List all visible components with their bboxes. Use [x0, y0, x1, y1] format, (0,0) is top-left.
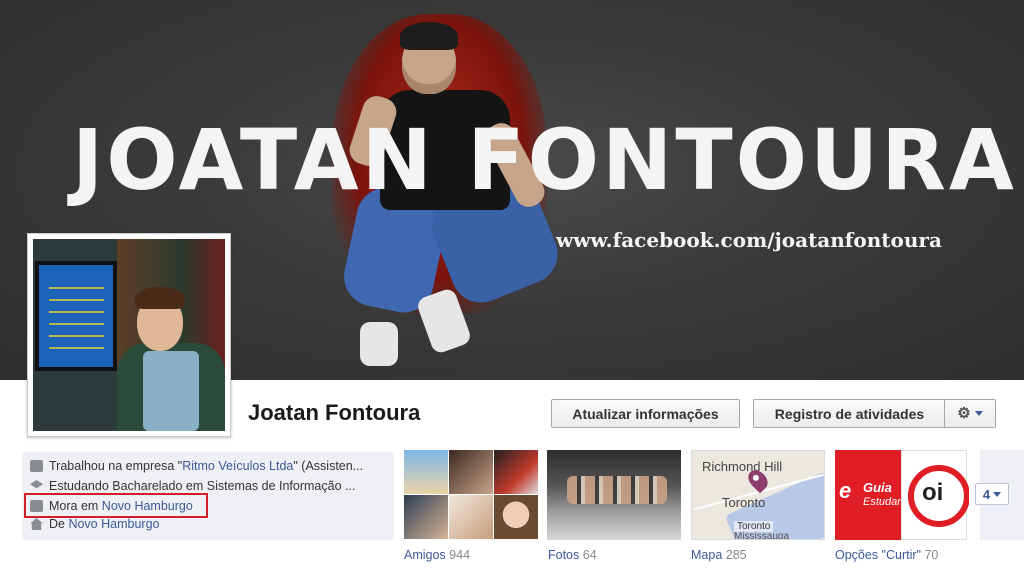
update-info-button[interactable]: Atualizar informações	[551, 399, 740, 428]
gear-icon: ⚙	[957, 405, 971, 422]
info-work: Trabalhou na empresa "Ritmo Veículos Ltd…	[30, 457, 363, 475]
friend-thumbnail[interactable]	[449, 495, 493, 539]
likes-label[interactable]: Opções "Curtir"	[835, 548, 921, 562]
chevron-down-icon	[974, 411, 983, 416]
more-apps-count: 4	[982, 486, 991, 502]
liked-page-logo[interactable]: e Guia Estudan	[835, 450, 904, 540]
map-place-label: Toronto	[722, 495, 766, 510]
liked-page-logo[interactable]: oi	[901, 450, 969, 540]
briefcase-icon	[30, 460, 43, 472]
guia-estudante-logo-word: Estudan	[863, 496, 904, 508]
likes-count: 70	[924, 548, 939, 562]
oi-logo-text: oi	[922, 479, 944, 506]
info-work-prefix: Trabalhou na empresa "	[49, 459, 183, 473]
avatar-hair	[135, 287, 185, 309]
photos-caption[interactable]: Fotos 64	[548, 548, 597, 562]
chevron-down-icon	[993, 491, 1002, 497]
info-work-suffix: " (Assisten...	[293, 459, 364, 473]
friends-label[interactable]: Amigos	[404, 548, 446, 562]
map-tile[interactable]: Richmond Hill Toronto Toronto Mississaug…	[691, 450, 825, 540]
cover-url-text: www.facebook.com/joatanfontoura	[556, 228, 942, 252]
likes-caption[interactable]: Opções "Curtir" 70	[835, 548, 938, 562]
photo-preview	[567, 476, 667, 504]
work-company-link[interactable]: Ritmo Veículos Ltda	[182, 459, 293, 473]
hometown-city-link[interactable]: Novo Hamburgo	[68, 517, 159, 531]
friend-thumbnail[interactable]	[449, 450, 493, 494]
friends-caption[interactable]: Amigos 944	[404, 548, 470, 562]
friend-thumbnail[interactable]	[494, 495, 538, 539]
photos-label[interactable]: Fotos	[548, 548, 579, 562]
info-from-prefix: De	[49, 517, 69, 531]
house-icon	[30, 518, 43, 530]
friend-thumbnail[interactable]	[404, 495, 448, 539]
settings-dropdown-button[interactable]: ⚙	[944, 399, 996, 428]
friend-thumbnail[interactable]	[494, 450, 538, 494]
photos-count: 64	[582, 548, 597, 562]
avatar	[33, 239, 225, 431]
friends-count: 944	[449, 548, 471, 562]
info-hometown-text: De Novo Hamburgo	[49, 517, 159, 531]
likes-tile[interactable]: e Guia Estudan oi	[835, 450, 969, 540]
map-place-label: Richmond Hill	[702, 459, 783, 474]
map-label[interactable]: Mapa	[691, 548, 722, 562]
activity-log-button[interactable]: Registro de atividades	[753, 399, 946, 428]
more-apps-button[interactable]: 4	[975, 483, 1009, 505]
cover-title: JOATAN FONTOURA	[72, 111, 1017, 209]
map-count: 285	[725, 548, 747, 562]
avatar-shirt	[143, 351, 199, 431]
photos-tile[interactable]	[547, 450, 681, 540]
friend-thumbnail[interactable]	[404, 450, 448, 494]
map-caption[interactable]: Mapa 285	[691, 548, 747, 562]
avatar-arcade-screen	[35, 261, 117, 371]
guia-estudante-logo-word: Guia	[863, 480, 892, 495]
guia-estudante-logo-letter: e	[839, 478, 852, 503]
map-place-label: Mississauga	[734, 531, 790, 540]
friends-tile[interactable]	[404, 450, 538, 540]
info-education-text: Estudando Bacharelado em Sistemas de Inf…	[49, 479, 356, 493]
profile-picture[interactable]	[27, 233, 231, 437]
info-work-text: Trabalhou na empresa "Ritmo Veículos Ltd…	[49, 459, 363, 473]
annotation-highlight-box	[24, 493, 208, 518]
cover-figure-hair	[400, 22, 458, 50]
profile-name[interactable]: Joatan Fontoura	[248, 400, 420, 426]
cover-figure-shoe	[360, 322, 398, 366]
graduation-cap-icon	[30, 480, 43, 489]
